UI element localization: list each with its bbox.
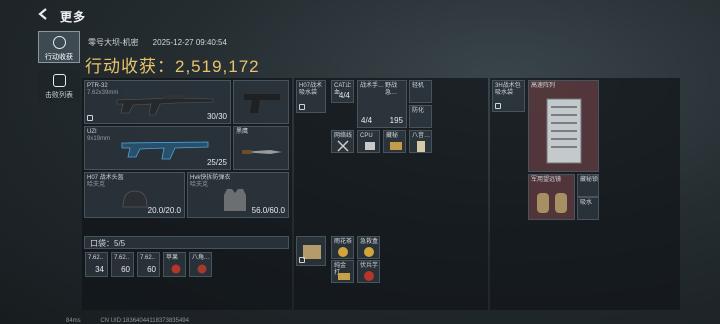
raid-time: 2025-12-27 09:40:54: [152, 38, 227, 47]
pocket-item[interactable]: 7.62.. 60: [137, 252, 160, 277]
footer-status: 84ms CN UID:18364044118373835494: [66, 318, 189, 324]
pocket-item[interactable]: 苹果: [163, 252, 186, 277]
map-name: 零号大坝-机密: [88, 38, 139, 47]
smg-slot[interactable]: UZI 9x19mm 25/25: [84, 126, 231, 170]
helmet-icon: [122, 190, 148, 208]
rig-item[interactable]: 网络线: [331, 130, 354, 153]
target-icon: [52, 36, 66, 49]
chevron-left-icon: [38, 8, 47, 20]
pistol-icon: [244, 94, 280, 113]
server-icon: [546, 98, 582, 164]
secondary-weapon-slot[interactable]: [233, 80, 289, 124]
tea-icon: [338, 247, 348, 257]
box-icon: [390, 142, 402, 150]
rifle-icon: [116, 95, 214, 116]
rig-item[interactable]: H07战术 吸水袋: [296, 80, 326, 113]
bottle-icon: [417, 141, 425, 152]
melee-slot[interactable]: 黑鹰: [233, 126, 289, 170]
backpack-item[interactable]: 伏兵芋: [357, 260, 380, 283]
backpack-item[interactable]: 纯金打…: [331, 260, 354, 283]
rig-item[interactable]: CAT止血 4/4: [331, 80, 354, 103]
apple-icon: [171, 264, 181, 274]
binoculars-icon: [537, 193, 567, 213]
lock-icon: [495, 103, 501, 109]
backpack-item[interactable]: 急救盒: [357, 236, 380, 259]
helmet-slot[interactable]: H07 战术头盔 哈夫克 20.0/20.0: [84, 172, 185, 218]
lock-icon: [299, 257, 305, 263]
backpack-item[interactable]: [296, 236, 326, 266]
pocket-item[interactable]: 八角...: [189, 252, 212, 277]
pocket-header: 口袋：5/5: [84, 236, 289, 249]
smg-icon: [121, 141, 209, 160]
rig-item[interactable]: 防化: [409, 105, 432, 128]
case-item[interactable]: 3H战术包 吸水袋: [492, 80, 525, 112]
knife-icon: [242, 150, 282, 154]
cpu-icon: [365, 142, 375, 150]
skull-icon: [52, 74, 66, 87]
case-item-server[interactable]: 高速阵列: [528, 80, 599, 172]
lock-icon: [87, 115, 93, 121]
case-item[interactable]: 吸水: [577, 197, 599, 220]
primary-weapon-slot[interactable]: PTR-32 7.62x39mm 30/30: [84, 80, 231, 124]
rig-item[interactable]: 轻机: [409, 80, 432, 103]
vest-slot[interactable]: Hvk快拆防弹衣 哈夫克 56.0/60.0: [187, 172, 289, 218]
pocket-item[interactable]: 7.62.. 34: [85, 252, 108, 277]
back-button[interactable]: [38, 7, 52, 21]
tool-icon: [337, 140, 349, 152]
vest-icon: [224, 189, 246, 211]
rig-item[interactable]: CPU: [357, 130, 380, 153]
backpack-item[interactable]: 雨花茶: [331, 236, 354, 259]
case-item[interactable]: 藏秘锁: [577, 174, 599, 197]
page-title: 更多: [60, 10, 87, 24]
rig-item[interactable]: 八音…: [409, 130, 432, 153]
pocket-item[interactable]: 7.62.. 60: [111, 252, 134, 277]
case-item-binoculars[interactable]: 军用望远镜: [528, 174, 575, 220]
medkit-icon: [364, 247, 374, 257]
food-icon: [364, 271, 374, 281]
fruit-icon: [197, 264, 207, 274]
rig-item[interactable]: 战术手… 4/4 195 野战急…: [357, 80, 407, 128]
raid-info: 零号大坝-机密 2025-12-27 09:40:54: [88, 37, 227, 48]
rig-item[interactable]: 藏秘: [383, 130, 406, 153]
tab-harvest[interactable]: 行动收获: [38, 31, 80, 63]
tab-kills[interactable]: 击败列表: [38, 70, 80, 102]
harvest-total: 行动收获：2,519,172: [85, 57, 260, 76]
lock-icon: [299, 104, 305, 110]
gold-icon: [338, 273, 350, 280]
